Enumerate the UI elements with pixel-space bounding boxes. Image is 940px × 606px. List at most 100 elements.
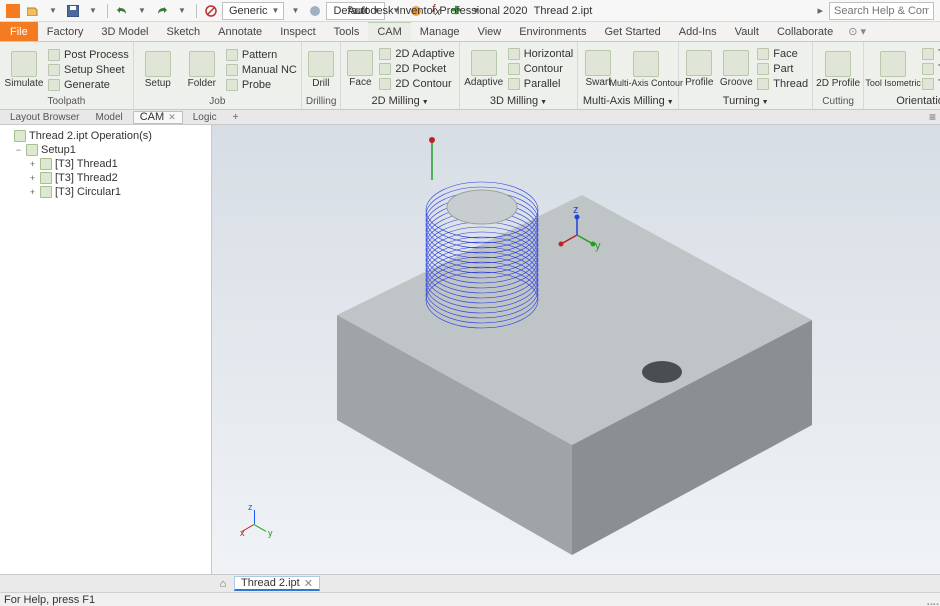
groove-icon: [723, 50, 749, 76]
save-icon[interactable]: [64, 2, 82, 20]
cut-profile-icon: [825, 51, 851, 77]
tab-inspect[interactable]: Inspect: [271, 22, 324, 41]
tab-extra-icon[interactable]: ⊙ ▾: [842, 22, 872, 41]
tab-vault[interactable]: Vault: [726, 22, 768, 41]
tab-cam[interactable]: CAM: [368, 21, 410, 41]
setup-sheet-button[interactable]: Setup Sheet: [48, 63, 129, 77]
right-icon: [922, 63, 934, 75]
groove-button[interactable]: Groove: [719, 46, 753, 92]
horizontal-button[interactable]: Horizontal: [508, 47, 574, 61]
top-icon: [922, 78, 934, 90]
tree-setup[interactable]: −Setup1: [2, 143, 209, 157]
tool-top-button[interactable]: Tool Top: [922, 77, 940, 91]
tab-factory[interactable]: Factory: [38, 22, 93, 41]
close-icon[interactable]: ✕: [304, 577, 313, 590]
parallel-icon: [508, 78, 520, 90]
layout-browser-label: Layout Browser: [4, 111, 85, 124]
undo-icon[interactable]: [113, 2, 131, 20]
probe-icon: [226, 79, 238, 91]
contour-3d-icon: [508, 63, 520, 75]
drill-icon: [308, 51, 334, 77]
tab-get-started[interactable]: Get Started: [595, 22, 669, 41]
folder-button[interactable]: Folder: [182, 47, 222, 93]
tree-operation[interactable]: +[T3] Circular1: [2, 185, 209, 199]
tab-tools[interactable]: Tools: [325, 22, 369, 41]
tool-iso-button[interactable]: Tool Isometric: [868, 46, 918, 92]
tab-environments[interactable]: Environments: [510, 22, 595, 41]
manual-nc-button[interactable]: Manual NC: [226, 63, 297, 77]
3d-contour-button[interactable]: Contour: [508, 62, 574, 76]
panel-multiaxis: Swarf Multi-Axis Contour Multi-Axis Mill…: [578, 42, 679, 109]
adaptive-icon: [379, 48, 391, 60]
file-tab[interactable]: File: [0, 22, 38, 41]
face-button[interactable]: Face: [345, 46, 375, 92]
generate-button[interactable]: Generate: [48, 78, 129, 92]
pattern-button[interactable]: Pattern: [226, 48, 297, 62]
panel-turning: Profile Groove Face Part Thread Turning▼: [679, 42, 813, 109]
2d-contour-button[interactable]: 2D Contour: [379, 77, 454, 91]
logic-tab[interactable]: Logic: [187, 111, 223, 124]
dropdown-icon[interactable]: ▼: [286, 2, 304, 20]
thread-icon: [757, 78, 769, 90]
tab-3d-model[interactable]: 3D Model: [92, 22, 157, 41]
tab-add-ins[interactable]: Add-Ins: [670, 22, 726, 41]
dropdown-icon[interactable]: ▼: [44, 2, 62, 20]
setup-button[interactable]: Setup: [138, 47, 178, 93]
tab-manage[interactable]: Manage: [411, 22, 469, 41]
panel-3d-milling: Adaptive Horizontal Contour Parallel 3D …: [460, 42, 579, 109]
browser-header: Layout Browser Model CAM✕ Logic + ≡: [0, 110, 940, 125]
drill-button[interactable]: Drill: [306, 47, 336, 93]
turn-face-button[interactable]: Face: [757, 47, 808, 61]
simulate-button[interactable]: Simulate: [4, 47, 44, 93]
ma-contour-button[interactable]: Multi-Axis Contour: [618, 46, 674, 92]
redo-icon[interactable]: [153, 2, 171, 20]
tree-operation[interactable]: +[T3] Thread1: [2, 157, 209, 171]
browser-menu-icon[interactable]: ≡: [929, 110, 936, 124]
tab-annotate[interactable]: Annotate: [209, 22, 271, 41]
operation-icon: [40, 158, 52, 170]
parallel-button[interactable]: Parallel: [508, 77, 574, 91]
tool-front-button[interactable]: Tool Front: [922, 47, 940, 61]
tree-operation[interactable]: +[T3] Thread2: [2, 171, 209, 185]
appearance-icon[interactable]: [306, 2, 324, 20]
status-text: For Help, press F1: [4, 594, 95, 606]
thread-button[interactable]: Thread: [757, 77, 808, 91]
main-area: Thread 2.ipt Operation(s) −Setup1 +[T3] …: [0, 125, 940, 574]
home-icon[interactable]: ⌂: [216, 577, 230, 591]
close-icon[interactable]: ✕: [168, 112, 176, 123]
cancel-icon[interactable]: [202, 2, 220, 20]
search-input[interactable]: [829, 2, 934, 20]
model-tab[interactable]: Model: [89, 111, 128, 124]
svg-text:y: y: [595, 240, 601, 252]
horizontal-icon: [508, 48, 520, 60]
app-menu-icon[interactable]: [4, 2, 22, 20]
resize-grip-icon[interactable]: ⣀⣀: [926, 593, 938, 606]
tab-collaborate[interactable]: Collaborate: [768, 22, 842, 41]
2d-pocket-button[interactable]: 2D Pocket: [379, 62, 454, 76]
profile-button[interactable]: Profile: [683, 46, 715, 92]
material-combo[interactable]: Generic▼: [222, 2, 284, 20]
tab-view[interactable]: View: [469, 22, 511, 41]
tab-sketch[interactable]: Sketch: [158, 22, 210, 41]
probe-button[interactable]: Probe: [226, 78, 297, 92]
tree-root[interactable]: Thread 2.ipt Operation(s): [2, 129, 209, 143]
dropdown-icon[interactable]: ▼: [133, 2, 151, 20]
open-icon[interactable]: [24, 2, 42, 20]
panel-job: Setup Folder Pattern Manual NC Probe Job: [134, 42, 302, 109]
part-button[interactable]: Part: [757, 62, 808, 76]
2d-profile-button[interactable]: 2D Profile: [817, 47, 859, 93]
post-process-button[interactable]: Post Process: [48, 48, 129, 62]
cam-browser-tab[interactable]: CAM✕: [133, 111, 183, 124]
tool-right-button[interactable]: Tool Right: [922, 62, 940, 76]
adaptive-button[interactable]: Adaptive: [464, 46, 504, 92]
panel-drilling: Drill Drilling: [302, 42, 342, 109]
dropdown-icon[interactable]: ▼: [84, 2, 102, 20]
swarf-icon: [585, 50, 611, 76]
add-tab-button[interactable]: +: [227, 111, 245, 124]
viewport-3d[interactable]: z y zyx: [212, 125, 940, 574]
2d-adaptive-button[interactable]: 2D Adaptive: [379, 47, 454, 61]
manual-nc-icon: [226, 64, 238, 76]
document-tab[interactable]: Thread 2.ipt✕: [234, 576, 320, 591]
search-trigger-icon[interactable]: ▸: [817, 4, 823, 17]
dropdown-icon[interactable]: ▼: [173, 2, 191, 20]
